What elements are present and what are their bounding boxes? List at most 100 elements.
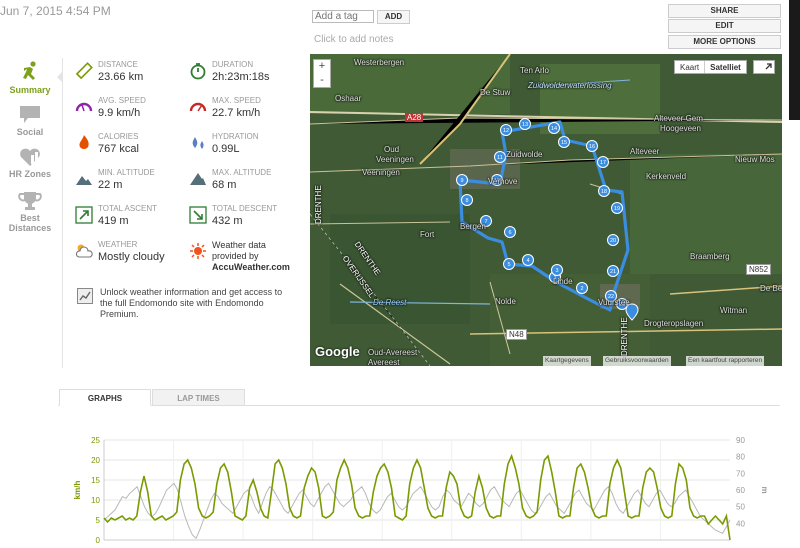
route-marker-label: 16 xyxy=(589,144,595,150)
map-data-link[interactable]: Kaartgegevens xyxy=(543,356,591,366)
route-marker-label: 3 xyxy=(555,268,558,274)
route-marker[interactable]: 20 xyxy=(607,234,619,246)
route-marker[interactable]: 5 xyxy=(503,258,515,270)
more-options-button[interactable]: MORE OPTIONS xyxy=(668,35,781,49)
y-right-tick-label: 40 xyxy=(736,519,745,528)
route-marker[interactable]: 9 xyxy=(456,174,468,186)
map-type-kaart[interactable]: Kaart xyxy=(675,61,704,73)
flame-icon xyxy=(79,135,89,149)
active-pointer xyxy=(57,71,63,83)
route-marker-label: 20 xyxy=(610,238,616,244)
route-marker-label: 6 xyxy=(508,230,511,236)
altitude-series-line xyxy=(103,482,731,540)
zoom-in-button[interactable]: + xyxy=(314,60,330,74)
stat-distance: DISTANCE 23.66 km xyxy=(75,60,185,92)
stat-label: TOTAL ASCENT xyxy=(98,204,157,213)
stat-total-descent: TOTAL DESCENT 432 m xyxy=(189,204,299,236)
stat-value: 22 m xyxy=(98,179,123,191)
stat-label: MAX. ALTITUDE xyxy=(212,168,272,177)
stat-weather-provider: Weather data provided by AccuWeather.com xyxy=(189,240,304,276)
route-marker-label: 21 xyxy=(610,269,616,275)
map-label: Westerbergen xyxy=(354,58,405,67)
route-marker[interactable]: 13 xyxy=(519,118,531,130)
stat-value: 2h:23m:18s xyxy=(212,71,270,83)
sidebar-item-hr-zones[interactable]: HR Zones xyxy=(6,146,54,179)
map-label: De Stuw xyxy=(480,88,511,97)
route-marker[interactable]: 19 xyxy=(611,202,623,214)
map-label: Nieuw Mos xyxy=(735,155,775,164)
tag-input[interactable] xyxy=(312,10,374,23)
route-marker-label: 14 xyxy=(551,126,557,132)
y-left-tick-label: 20 xyxy=(91,456,100,465)
ascent-arrow-icon xyxy=(75,206,93,224)
map-label: Zuidwolde xyxy=(506,150,543,159)
mountain-low-icon xyxy=(76,176,92,185)
premium-unlock-text[interactable]: Unlock weather information and get acces… xyxy=(100,287,295,320)
route-marker[interactable]: 8 xyxy=(461,194,473,206)
map-type-satellite[interactable]: Satelliet xyxy=(704,61,746,73)
terms-link[interactable]: Gebruiksvoorwaarden xyxy=(603,356,671,366)
route-marker[interactable]: 21 xyxy=(607,265,619,277)
map-label: Verhove xyxy=(488,177,518,186)
route-marker[interactable]: 17 xyxy=(597,156,609,168)
add-tag-button[interactable]: ADD xyxy=(377,10,410,24)
stat-label: DURATION xyxy=(212,60,254,69)
share-button[interactable]: SHARE xyxy=(668,4,781,18)
stat-label: MAX. SPEED xyxy=(212,96,261,105)
trophy-icon xyxy=(18,192,42,210)
tab-lap-times[interactable]: LAP TIMES xyxy=(152,389,245,406)
stat-max-altitude: MAX. ALTITUDE 68 m xyxy=(189,168,299,200)
y-left-tick-label: 15 xyxy=(91,476,100,485)
edit-button[interactable]: EDIT xyxy=(668,19,781,33)
workout-date: Jun 7, 2015 4:54 PM xyxy=(0,4,111,18)
route-marker[interactable]: 3 xyxy=(551,264,563,276)
tab-graphs[interactable]: GRAPHS xyxy=(59,389,151,406)
stopwatch-icon xyxy=(190,63,206,80)
map-label: Vuurstee xyxy=(598,298,630,307)
report-error-link[interactable]: Een kaartfout rapporteren xyxy=(686,356,765,366)
map-label: Bergen xyxy=(460,222,486,231)
sidebar-item-summary[interactable]: Summary xyxy=(6,60,54,95)
add-notes-link[interactable]: Click to add notes xyxy=(314,34,394,45)
route-marker-label: 19 xyxy=(614,206,620,212)
stat-value: 767 kcal xyxy=(98,143,139,155)
route-marker[interactable]: 4 xyxy=(522,254,534,266)
fullscreen-button[interactable] xyxy=(753,60,775,74)
stat-value: 432 m xyxy=(212,215,243,227)
route-marker[interactable]: 18 xyxy=(598,185,610,197)
route-marker[interactable]: 12 xyxy=(500,124,512,136)
route-marker[interactable]: 11 xyxy=(494,151,506,163)
stat-calories: CALORIES 767 kcal xyxy=(75,132,185,164)
stat-label: AVG. SPEED xyxy=(98,96,146,105)
provider-line1: Weather data xyxy=(212,240,266,250)
y-right-tick-label: 50 xyxy=(736,503,745,512)
stat-label: TOTAL DESCENT xyxy=(212,204,278,213)
route-marker[interactable]: 14 xyxy=(548,122,560,134)
route-marker-label: 15 xyxy=(561,140,567,146)
descent-arrow-icon xyxy=(189,206,207,224)
route-marker-label: 5 xyxy=(507,262,510,268)
y-right-tick-label: 90 xyxy=(736,436,745,445)
google-logo: Google xyxy=(315,344,360,359)
route-marker-label: 11 xyxy=(497,155,503,161)
zoom-out-button[interactable]: - xyxy=(314,74,330,88)
y-right-tick-label: 60 xyxy=(736,486,745,495)
route-marker[interactable]: 2 xyxy=(576,282,588,294)
stat-value: 68 m xyxy=(212,179,237,191)
y-left-tick-label: 5 xyxy=(96,516,101,525)
runner-icon xyxy=(23,61,36,80)
speed-altitude-chart: 2520151050908070605040km/h m xyxy=(73,436,769,545)
stat-label: MIN. ALTITUDE xyxy=(98,168,155,177)
y-left-tick-label: 25 xyxy=(91,436,100,445)
y-left-axis-label: km/h xyxy=(73,481,82,500)
stat-value: 23.66 km xyxy=(98,71,144,83)
accuweather-link[interactable]: AccuWeather.com xyxy=(212,262,290,273)
sidebar-item-social[interactable]: Social xyxy=(6,104,54,137)
sidebar-item-best-distances[interactable]: Best Distances xyxy=(6,190,54,233)
route-map[interactable]: 1 2 3 4 5 6 7 8 9 10 11 12 13 14 15 16 17 18 19 20 21 22 23 We… xyxy=(310,54,782,366)
route-marker[interactable]: 15 xyxy=(558,136,570,148)
map-label: Fort xyxy=(420,230,435,239)
route-marker[interactable]: 16 xyxy=(586,140,598,152)
map-label: DRENTHE xyxy=(314,185,323,224)
route-marker[interactable]: 6 xyxy=(504,226,516,238)
